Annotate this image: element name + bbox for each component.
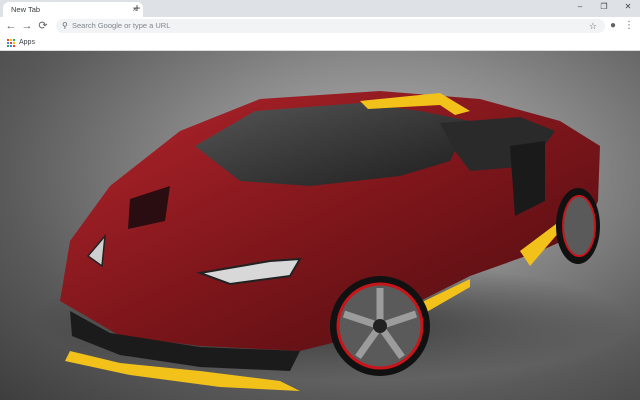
menu-icon[interactable]: ⋮: [622, 19, 636, 33]
omnibox-placeholder: Search Google or type a URL: [72, 21, 171, 30]
tab-new-tab[interactable]: New Tab ×: [3, 2, 143, 17]
apps-grid-dot: [7, 39, 9, 41]
apps-grid-dot: [10, 45, 12, 47]
apps-grid-dot: [7, 45, 9, 47]
omnibox[interactable]: ⚲ Search Google or type a URL ☆: [56, 19, 605, 33]
back-button[interactable]: ←: [4, 19, 18, 33]
front-wheel-hub: [373, 319, 387, 333]
new-tab-page: [0, 51, 640, 400]
tab-title: New Tab: [11, 5, 41, 14]
bookmarks-bar: Apps: [0, 35, 640, 51]
apps-shortcut[interactable]: Apps: [19, 37, 35, 49]
tab-strip: New Tab × + – ❐ ✕: [0, 0, 640, 17]
apps-grid-dot: [10, 39, 12, 41]
forward-button[interactable]: →: [20, 19, 34, 33]
wallpaper-car-image: [30, 91, 630, 391]
reload-button[interactable]: ⟳: [36, 19, 50, 33]
new-tab-button[interactable]: +: [130, 1, 144, 15]
apps-grid-icon[interactable]: [7, 39, 15, 47]
toolbar: ← → ⟳ ⚲ Search Google or type a URL ☆ ● …: [0, 17, 640, 35]
close-window-button[interactable]: ✕: [617, 0, 639, 14]
apps-grid-dot: [10, 42, 12, 44]
apps-grid-dot: [13, 39, 15, 41]
apps-grid-dot: [7, 42, 9, 44]
apps-grid-dot: [13, 42, 15, 44]
apps-grid-dot: [13, 45, 15, 47]
minimize-button[interactable]: –: [569, 0, 591, 14]
search-icon: ⚲: [62, 21, 68, 30]
profile-icon[interactable]: ●: [606, 19, 620, 33]
rear-wheel-rim: [562, 195, 596, 257]
restore-button[interactable]: ❐: [593, 0, 615, 14]
bookmark-star-icon[interactable]: ☆: [589, 19, 597, 33]
